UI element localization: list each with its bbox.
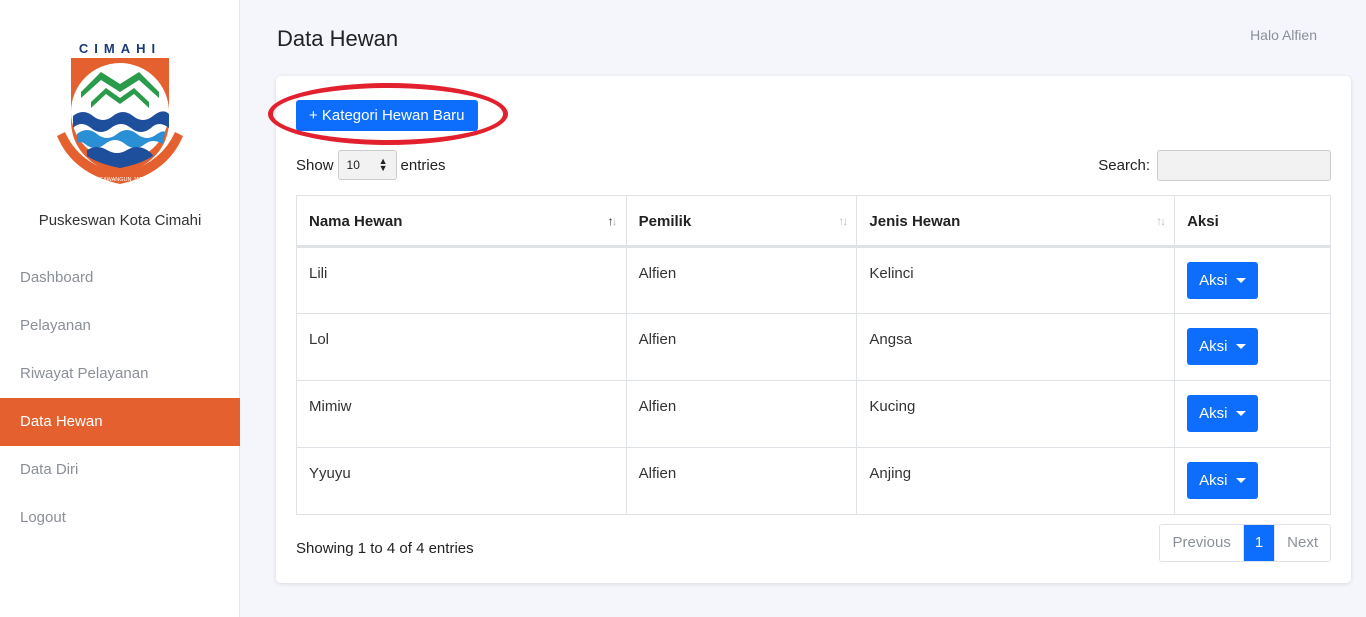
cell-nama-hewan: Lili: [296, 246, 627, 314]
caret-down-icon: [1236, 278, 1247, 283]
aksi-dropdown-button[interactable]: Aksi: [1187, 262, 1259, 299]
cell-pemilik: Alfien: [625, 313, 858, 381]
column-label: Jenis Hewan: [869, 213, 961, 230]
length-prefix: Show: [296, 156, 334, 174]
entries-select-value: 10: [346, 158, 360, 172]
data-card: + Kategori Hewan Baru Show 10 ▲ ▼ entries…: [268, 76, 1351, 583]
cell-aksi: Aksi: [1174, 246, 1331, 314]
cell-aksi: Aksi: [1174, 447, 1331, 515]
sort-icon: ↑↓: [1156, 214, 1166, 228]
table-row: Yyuyu Alfien Anjing Aksi: [296, 447, 1331, 515]
search-label: Search:: [1098, 157, 1150, 174]
pagination: Previous 1 Next: [1159, 524, 1331, 562]
aksi-label: Aksi: [1199, 472, 1228, 489]
sidebar-item-data-diri[interactable]: Data Diri: [0, 446, 240, 494]
caret-down-icon: [1236, 344, 1247, 349]
cell-aksi: Aksi: [1174, 380, 1331, 448]
aksi-dropdown-button[interactable]: Aksi: [1187, 462, 1259, 499]
search-control: Search:: [1098, 150, 1331, 181]
table-info: Showing 1 to 4 of 4 entries: [296, 540, 474, 557]
cell-pemilik: Alfien: [625, 246, 858, 314]
cell-pemilik: Alfien: [625, 447, 858, 515]
cell-nama-hewan: Lol: [296, 313, 627, 381]
sidebar-item-riwayat-pelayanan[interactable]: Riwayat Pelayanan: [0, 350, 240, 398]
aksi-label: Aksi: [1199, 272, 1228, 289]
aksi-label: Aksi: [1199, 338, 1228, 355]
column-label: Pemilik: [638, 213, 692, 230]
aksi-dropdown-button[interactable]: Aksi: [1187, 395, 1259, 432]
cell-jenis-hewan: Kelinci: [856, 246, 1176, 314]
sort-icon: ↑↓: [838, 214, 848, 228]
animal-table: Nama Hewan ↑↓ Pemilik ↑↓ Jenis Hewan ↑↓ …: [296, 195, 1331, 515]
column-header-jenis-hewan[interactable]: Jenis Hewan ↑↓: [856, 195, 1176, 248]
cimahi-logo: CIMAHI SALUYU NGAWANGUN JATI MANDIRI: [57, 41, 183, 184]
entries-length-control: Show 10 ▲ ▼ entries: [296, 150, 446, 180]
table-row: Lol Alfien Angsa Aksi: [296, 313, 1331, 381]
search-input[interactable]: [1157, 150, 1331, 181]
pagination-previous[interactable]: Previous: [1160, 525, 1243, 561]
length-suffix: entries: [400, 156, 446, 174]
sidebar-item-logout[interactable]: Logout: [0, 494, 240, 542]
cell-jenis-hewan: Anjing: [856, 447, 1176, 515]
sort-ascending-icon: ↑↓: [607, 214, 618, 228]
user-greeting[interactable]: Halo Alfien: [1250, 27, 1317, 43]
sidebar-item-pelayanan[interactable]: Pelayanan: [0, 302, 240, 350]
cell-aksi: Aksi: [1174, 313, 1331, 381]
logo-title: CIMAHI: [79, 41, 161, 56]
pagination-page-1[interactable]: 1: [1242, 525, 1275, 561]
aksi-label: Aksi: [1199, 405, 1228, 422]
column-header-pemilik[interactable]: Pemilik ↑↓: [625, 195, 858, 248]
org-name: Puskeswan Kota Cimahi: [38, 212, 202, 229]
cell-nama-hewan: Mimiw: [296, 380, 627, 448]
select-arrows-icon: ▲ ▼: [378, 156, 388, 173]
column-label: Aksi: [1187, 213, 1219, 230]
new-animal-category-button[interactable]: + Kategori Hewan Baru: [296, 100, 478, 131]
aksi-dropdown-button[interactable]: Aksi: [1187, 328, 1259, 365]
entries-select[interactable]: 10 ▲ ▼: [337, 150, 397, 180]
page-title: Data Hewan: [277, 26, 399, 51]
column-header-nama-hewan[interactable]: Nama Hewan ↑↓: [296, 195, 627, 248]
table-header-row: Nama Hewan ↑↓ Pemilik ↑↓ Jenis Hewan ↑↓ …: [296, 195, 1331, 248]
sidebar-item-data-hewan[interactable]: Data Hewan: [0, 398, 240, 446]
sidebar: CIMAHI SALUYU NGAWANGUN JATI MANDIRI Pus…: [0, 0, 240, 617]
logo-motto: SALUYU NGAWANGUN JATI MANDIRI: [71, 177, 169, 183]
pagination-next[interactable]: Next: [1274, 525, 1330, 561]
cell-pemilik: Alfien: [625, 380, 858, 448]
caret-down-icon: [1236, 411, 1247, 416]
table-row: Lili Alfien Kelinci Aksi: [296, 246, 1331, 314]
column-header-aksi: Aksi: [1174, 195, 1331, 248]
table-row: Mimiw Alfien Kucing Aksi: [296, 380, 1331, 448]
cell-jenis-hewan: Angsa: [856, 313, 1176, 381]
sidebar-item-dashboard[interactable]: Dashboard: [0, 254, 240, 302]
cell-nama-hewan: Yyuyu: [296, 447, 627, 515]
cell-jenis-hewan: Kucing: [856, 380, 1176, 448]
caret-down-icon: [1236, 478, 1247, 483]
sidebar-nav: Dashboard Pelayanan Riwayat Pelayanan Da…: [0, 254, 240, 542]
column-label: Nama Hewan: [309, 213, 403, 230]
